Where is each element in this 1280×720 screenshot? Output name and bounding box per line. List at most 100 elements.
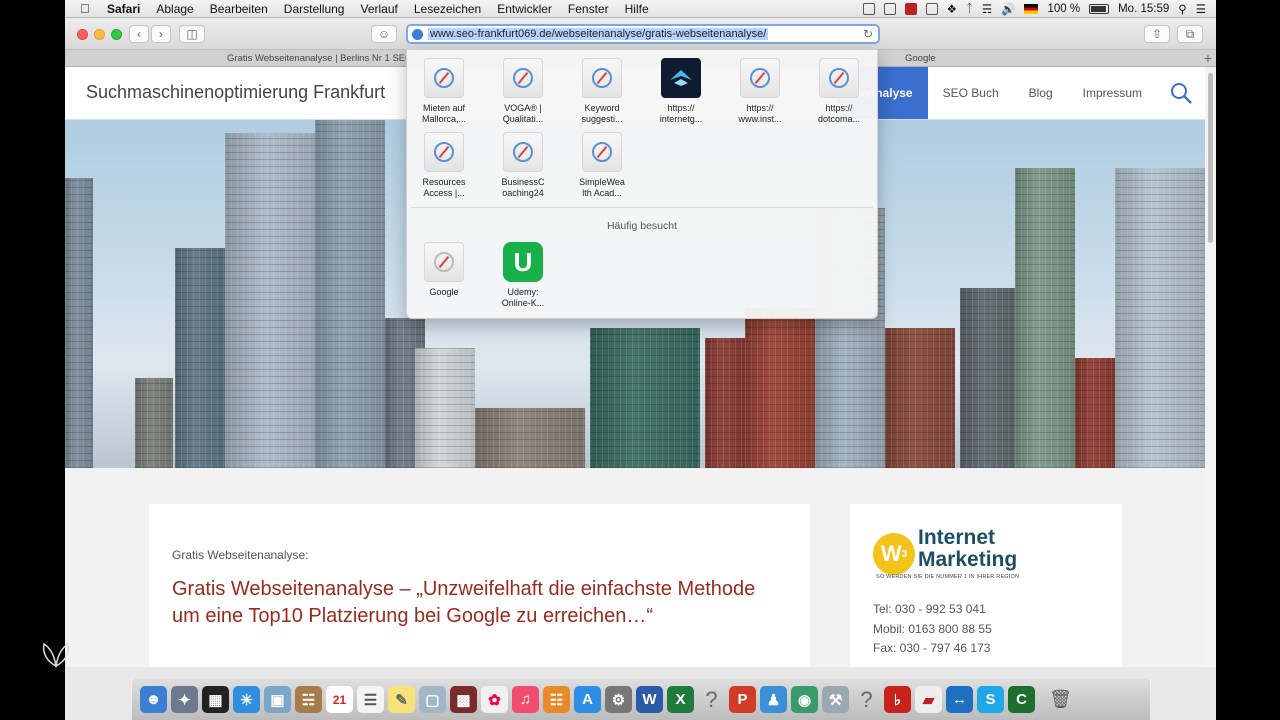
trash-icon[interactable]: 🗑 xyxy=(1047,686,1074,713)
camtasia-icon[interactable]: C xyxy=(1008,686,1035,713)
teamviewer-icon[interactable]: ↔ xyxy=(946,686,973,713)
favorite-item[interactable]: VOGA® | Qualitati... xyxy=(488,58,558,125)
article-heading[interactable]: Gratis Webseitenanalyse – „Unzweifelhaft… xyxy=(172,576,772,630)
popup-divider xyxy=(411,207,873,208)
menu-lesezeichen[interactable]: Lesezeichen xyxy=(414,2,481,16)
frequent-item-udemy[interactable]: U Udemy: Online-K... xyxy=(488,242,558,309)
word-icon[interactable]: W xyxy=(636,686,663,713)
reload-icon[interactable]: ↻ xyxy=(863,27,873,41)
bluetooth-icon[interactable]: ᛏ xyxy=(966,3,973,15)
address-bar[interactable]: www.seo-frankfurt069.de/webseitenanalyse… xyxy=(406,24,880,44)
favorite-label: www.inst... xyxy=(738,114,782,124)
acrobat-icon[interactable]: ♭ xyxy=(884,686,911,713)
menu-safari[interactable]: Safari xyxy=(107,2,140,16)
menu-entwickler[interactable]: Entwickler xyxy=(497,2,552,16)
favorite-item[interactable]: SimpleWea lth Acad... xyxy=(567,132,637,199)
building xyxy=(1115,168,1205,468)
itunes-icon[interactable]: ♫ xyxy=(512,686,539,713)
tab-webseitenanalyse[interactable]: Gratis Webseitenanalyse | Berlins Nr 1 S… xyxy=(227,53,413,64)
nav-impressum[interactable]: Impressum xyxy=(1068,67,1157,119)
unknown-app-icon[interactable]: ? xyxy=(698,686,725,713)
german-flag-icon[interactable] xyxy=(1024,4,1039,14)
tabs-icon: ⧉ xyxy=(1185,26,1195,41)
contacts-icon[interactable]: ☵ xyxy=(295,686,322,713)
photo-collage-icon[interactable]: ▩ xyxy=(450,686,477,713)
new-tab-button[interactable]: + xyxy=(1204,50,1212,66)
clock[interactable]: Mo. 15:59 xyxy=(1118,3,1169,15)
notification-center-icon[interactable]: ☰ xyxy=(1196,2,1206,16)
favorite-item[interactable]: Mieten auf Mallorca,... xyxy=(409,58,479,125)
battery-icon[interactable] xyxy=(1089,4,1110,14)
preview-icon[interactable]: ▣ xyxy=(264,686,291,713)
status-icon[interactable] xyxy=(925,3,938,15)
mission-control-icon[interactable]: ▦ xyxy=(202,686,229,713)
menu-verlauf[interactable]: Verlauf xyxy=(360,2,397,16)
photos-icon[interactable]: ✿ xyxy=(481,686,508,713)
tab-google[interactable]: Google xyxy=(905,53,936,64)
spotlight-search-icon[interactable]: ⚲ xyxy=(1178,2,1186,16)
status-icon[interactable] xyxy=(883,3,896,15)
safari-icon[interactable]: ✳ xyxy=(233,686,260,713)
users-app-icon[interactable]: ♟ xyxy=(760,686,787,713)
favorite-label: lth Acad... xyxy=(582,188,622,198)
favorite-label: dotcoma... xyxy=(817,114,861,124)
globe-app-icon[interactable]: ◉ xyxy=(791,686,818,713)
photo-booth-icon[interactable]: ▢ xyxy=(419,686,446,713)
finder-icon[interactable]: ☻ xyxy=(140,686,167,713)
reader-button[interactable]: ☺ xyxy=(371,25,397,43)
reminders-icon[interactable]: ☰ xyxy=(357,686,384,713)
menu-fenster[interactable]: Fenster xyxy=(568,2,609,16)
excel-icon[interactable]: X xyxy=(667,686,694,713)
site-nav: eitenanalyse SEO Buch Blog Impressum xyxy=(836,67,1205,119)
fullscreen-window-button[interactable] xyxy=(111,29,122,40)
close-window-button[interactable] xyxy=(77,29,88,40)
frequent-item-google[interactable]: Google xyxy=(409,242,479,298)
site-title[interactable]: Suchmaschinenoptimierung Frankfurt xyxy=(86,82,385,103)
menu-ablage[interactable]: Ablage xyxy=(156,2,193,16)
url-text[interactable]: www.seo-frankfurt069.de/webseitenanalyse… xyxy=(428,28,769,40)
notes-icon[interactable]: ✎ xyxy=(388,686,415,713)
favorite-item[interactable]: Keyword suggesti... xyxy=(567,58,637,125)
favorite-label: suggesti... xyxy=(581,114,623,124)
ibooks-icon[interactable]: ☷ xyxy=(543,686,570,713)
battery-percent[interactable]: 100 % xyxy=(1047,3,1080,15)
favorite-item[interactable]: https:// www.inst... xyxy=(725,58,795,125)
utility-app-icon[interactable]: ⚒ xyxy=(822,686,849,713)
wifi-icon[interactable]: ☴ xyxy=(982,2,992,16)
nav-blog[interactable]: Blog xyxy=(1014,67,1068,119)
favorite-label: Resources xyxy=(422,177,466,187)
search-button[interactable] xyxy=(1157,67,1205,119)
favorite-item[interactable]: https:// internetg... xyxy=(646,58,716,125)
tabs-overview-button[interactable]: ⧉ xyxy=(1177,25,1203,43)
launchpad-icon[interactable]: ✦ xyxy=(171,686,198,713)
compass-icon xyxy=(582,132,622,172)
scrollbar-thumb[interactable] xyxy=(1208,73,1213,243)
favorite-item[interactable]: https:// dotcoma... xyxy=(804,58,874,125)
people-icon: ☺ xyxy=(377,27,391,41)
sidebar-button[interactable]: ◫ xyxy=(179,25,205,43)
forward-button[interactable]: › xyxy=(151,25,171,43)
nav-seo-buch[interactable]: SEO Buch xyxy=(928,67,1014,119)
app-store-icon[interactable]: A xyxy=(574,686,601,713)
skype-icon[interactable]: S xyxy=(977,686,1004,713)
internet-marketing-logo[interactable]: W3 Internet Marketing SO WERDEN SIE DIE … xyxy=(873,524,1063,584)
volume-icon[interactable]: 🔊 xyxy=(1001,2,1015,16)
menu-darstellung[interactable]: Darstellung xyxy=(284,2,345,16)
page-scrollbar[interactable] xyxy=(1205,67,1216,667)
pdf-app-icon[interactable]: ▰ xyxy=(915,686,942,713)
unknown-app-icon[interactable]: ? xyxy=(853,686,880,713)
system-preferences-icon[interactable]: ⚙ xyxy=(605,686,632,713)
powerpoint-icon[interactable]: P xyxy=(729,686,756,713)
status-icon[interactable] xyxy=(904,3,917,15)
back-button[interactable]: ‹ xyxy=(129,25,149,43)
minimize-window-button[interactable] xyxy=(94,29,105,40)
apple-icon[interactable]:  xyxy=(80,1,90,16)
calendar-icon[interactable]: 21 xyxy=(326,686,353,713)
favorite-item[interactable]: Resources Access |... xyxy=(409,132,479,199)
favorite-item[interactable]: BusinessC oaching24 xyxy=(488,132,558,199)
status-icon[interactable] xyxy=(862,3,875,15)
menu-hilfe[interactable]: Hilfe xyxy=(625,2,649,16)
share-button[interactable]: ⇧ xyxy=(1144,25,1170,43)
dropbox-icon[interactable]: ❖ xyxy=(947,2,957,16)
menu-bearbeiten[interactable]: Bearbeiten xyxy=(210,2,268,16)
